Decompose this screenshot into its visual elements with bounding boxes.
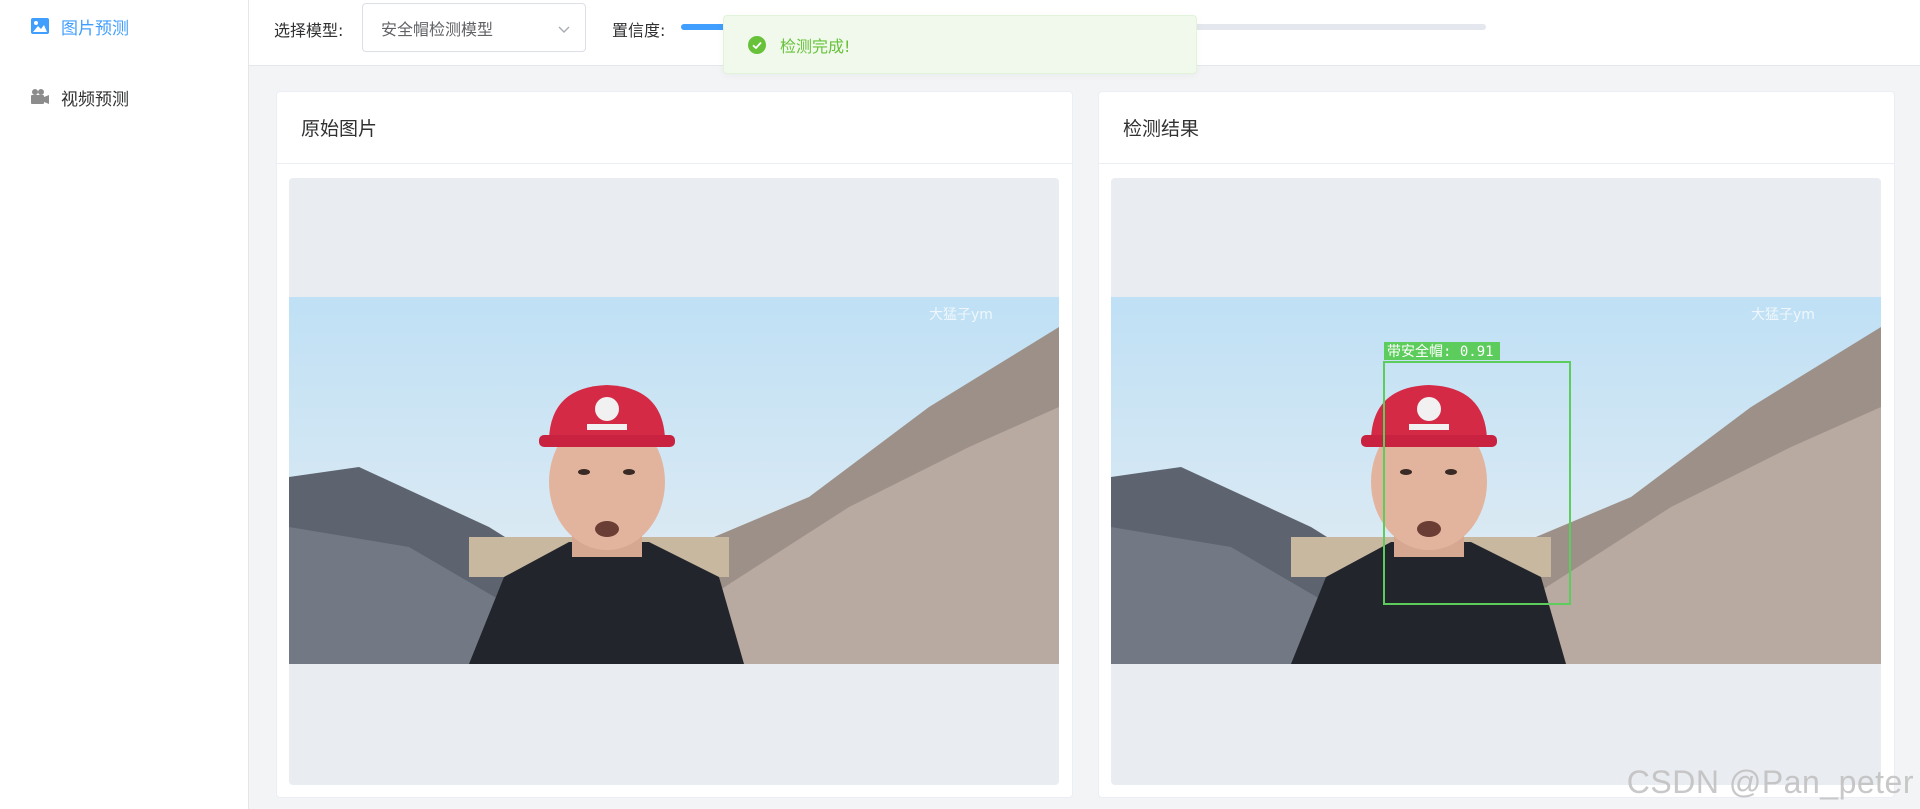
result-image-title: 检测结果 — [1099, 92, 1894, 164]
chevron-down-icon — [557, 21, 571, 35]
success-toast: 检测完成! — [723, 15, 1197, 74]
video-camera-icon — [29, 86, 51, 108]
detection-label: 带安全帽: 0.91 — [1387, 343, 1494, 360]
video-watermark: 大猛子ym — [1751, 307, 1815, 323]
original-photo: 大猛子ym — [289, 297, 1059, 664]
sidebar-item-image-predict[interactable]: 图片预测 — [29, 6, 129, 46]
confidence-label: 置信度: — [612, 21, 666, 40]
result-photo: 带安全帽: 0.91 大猛子ym — [1111, 297, 1881, 664]
model-select[interactable]: 安全帽检测模型 — [362, 3, 586, 52]
toast-message: 检测完成! — [780, 36, 851, 56]
result-image-card: 检测结果 带安全帽: 0.91 大猛子ym — [1098, 91, 1895, 798]
image-icon — [29, 15, 51, 37]
model-label: 选择模型: — [274, 21, 344, 40]
original-image-title: 原始图片 — [277, 92, 1072, 164]
csdn-watermark: CSDN @Pan_peter — [1626, 764, 1914, 800]
check-circle-icon — [748, 35, 766, 54]
sidebar: 图片预测 视频预测 — [0, 0, 249, 809]
result-image-frame: 带安全帽: 0.91 大猛子ym — [1111, 178, 1881, 785]
sidebar-item-video-predict[interactable]: 视频预测 — [29, 77, 129, 117]
sidebar-item-label: 图片预测 — [61, 18, 129, 39]
original-image-frame: 大猛子ym — [289, 178, 1059, 785]
sidebar-item-label: 视频预测 — [61, 89, 129, 110]
original-image-card: 原始图片 大猛子ym — [276, 91, 1073, 798]
video-watermark: 大猛子ym — [929, 307, 993, 323]
model-select-value: 安全帽检测模型 — [381, 19, 494, 39]
